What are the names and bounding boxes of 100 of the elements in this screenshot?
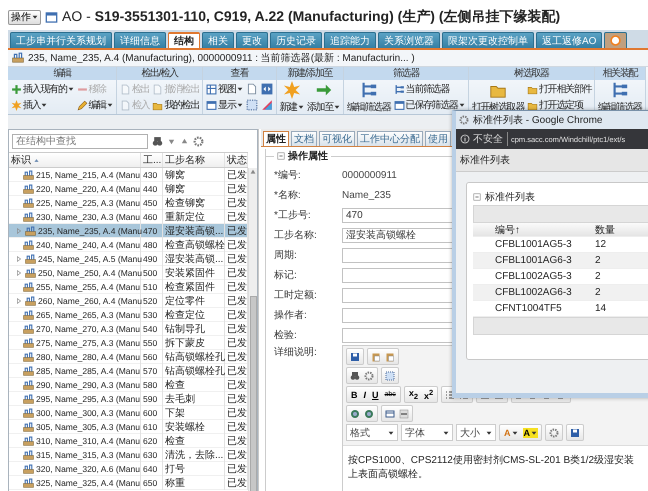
ribbon-button[interactable]: 视图 (205, 81, 244, 97)
tree-node-label[interactable]: 285, Name_285, A.4 (Manu (36, 366, 140, 376)
tree-node-label[interactable]: 270, Name_270, A.3 (Manu (36, 324, 140, 334)
tree-row[interactable]: 235, Name_235, A.4 (Manu470 湿安装高锁... 已发 (9, 224, 248, 238)
tree-node-label[interactable]: 280, Name_280, A.4 (Manu (36, 352, 140, 362)
ribbon-button[interactable]: 插入 (10, 97, 75, 113)
scrollbar-thumb[interactable] (250, 296, 256, 491)
format-button[interactable]: U (371, 390, 380, 400)
tree-row[interactable]: 290, Name_290, A.3 (Manu 580 检查 已发 (9, 378, 248, 392)
dropdown[interactable]: 格式 (346, 424, 398, 441)
format-button[interactable]: x$^{2}$ (423, 388, 434, 401)
tree-node-label[interactable]: 265, Name_265, A.3 (Manu (36, 310, 140, 320)
editor-text[interactable]: 按CPS1000、CPS2112使用密封剂CMS-SL-201 B类1/2级湿安装上表面高锁螺栓。 (343, 445, 648, 491)
tree-node-label[interactable]: 300, Name_300, A.3 (Manu (36, 408, 140, 418)
column-header[interactable]: 工步名称 (165, 153, 205, 167)
tree-row[interactable]: 300, Name_300, A.3 (Manu 600 下架 已发 (9, 406, 248, 420)
ribbon-button[interactable]: 添加至 (306, 81, 342, 113)
tree-row[interactable]: 255, Name_255, A.4 (Manu 510 检查紧固件 已发 (9, 280, 248, 294)
tab[interactable]: 工步串并行关系规划 (10, 32, 112, 48)
tab[interactable]: 关系浏览器 (378, 32, 440, 48)
tab[interactable]: 结构 (168, 32, 200, 48)
tab[interactable]: 工作中心分配 (357, 131, 423, 146)
column-header[interactable]: 状态 (227, 153, 247, 167)
format-button[interactable]: I (362, 390, 368, 400)
tab[interactable]: 返工返修AO (536, 32, 602, 48)
format-button[interactable]: x$_{2}$ (408, 388, 419, 401)
ribbon-button[interactable]: 显示 (205, 97, 244, 113)
tab[interactable]: 详细信息 (114, 32, 166, 48)
tree-row[interactable]: 315, Name_315, A.3 (Manu 630 清洗，去除... 已发 (9, 448, 248, 462)
tree-node-label[interactable]: 225, Name_225, A.3 (Manu (36, 198, 140, 208)
tree-row[interactable]: 320, Name_320, A.6 (Manu 640 打号 已发 (9, 462, 248, 476)
tree-node-label[interactable]: 215, Name_215, A.4 (Manu (36, 170, 140, 180)
tree-node-label[interactable]: 320, Name_320, A.6 (Manu (36, 464, 140, 474)
plus-icon (11, 84, 22, 94)
operations-menu-button[interactable]: 操作 (8, 10, 41, 24)
tree-row[interactable]: 215, Name_215, A.4 (Manu 430 铆窝 已发 (9, 168, 248, 182)
tree-node-label[interactable]: 240, Name_240, A.4 (Manu (36, 240, 140, 250)
tree-row[interactable]: 325, Name_325, A.4 (Manu 650 称重 已发 (9, 476, 248, 490)
tab[interactable]: 使用 (425, 131, 451, 146)
triangle-up-icon (249, 168, 257, 176)
tree-node-label[interactable]: 245, Name_245, A.5 (Manu (38, 254, 142, 264)
tree-row[interactable]: 270, Name_270, A.3 (Manu 540 钻制导孔 已发 (9, 322, 248, 336)
tab[interactable]: 限架次更改控制单 (442, 32, 534, 48)
tree-row[interactable]: 305, Name_305, A.3 (Manu 610 安装螺栓 已发 (9, 420, 248, 434)
tree-node-label[interactable]: 290, Name_290, A.3 (Manu (36, 380, 140, 390)
tree-row[interactable]: 285, Name_285, A.4 (Manu 570 钻高锁螺栓孔 已发 (9, 364, 248, 378)
tree-node-label[interactable]: 255, Name_255, A.4 (Manu (36, 282, 140, 292)
ribbon-button[interactable]: 我的检出 (151, 97, 200, 113)
dropdown[interactable]: 大小 (456, 424, 496, 441)
column-header[interactable]: 工... (143, 153, 162, 167)
format-button[interactable]: B (350, 390, 358, 400)
tab[interactable]: 属性 (263, 131, 289, 146)
ribbon-button[interactable]: 当前筛选器 (392, 81, 466, 97)
tab[interactable]: 更改 (236, 32, 268, 48)
column-header[interactable]: 数量 (595, 222, 648, 236)
tree-row[interactable]: 265, Name_265, A.3 (Manu 530 检查定位 已发 (9, 308, 248, 322)
ribbon-button[interactable]: 打开选定项 (526, 97, 592, 113)
tree-node-label[interactable]: 235, Name_235, A.4 (Manu (38, 226, 142, 236)
color-button[interactable]: A (522, 428, 538, 438)
ribbon-button[interactable]: 编辑筛选器 (346, 81, 392, 113)
ribbon-button[interactable]: 打开相关部件 (526, 81, 592, 97)
tree-row[interactable]: 310, Name_310, A.4 (Manu 620 检查 已发 (9, 434, 248, 448)
tree-row[interactable]: 260, Name_260, A.4 (Manu 520 定位零件 已发 (9, 294, 248, 308)
ribbon-button[interactable]: 插入现有的 (10, 81, 75, 97)
ribbon-button[interactable] (260, 81, 274, 97)
icon-tab[interactable] (604, 32, 628, 48)
ribbon-button[interactable] (260, 97, 274, 113)
tree-row[interactable]: 240, Name_240, A.4 (Manu 480 检查高锁螺栓 已发 (9, 238, 248, 252)
tree-node-label[interactable]: 250, Name_250, A.4 (Manu (38, 268, 142, 278)
tree-row[interactable]: 245, Name_245, A.5 (Manu490 湿安装高锁... 已发 (9, 252, 248, 266)
tree-row[interactable]: 275, Name_275, A.3 (Manu 550 拆下蒙皮 已发 (9, 336, 248, 350)
tree-row[interactable]: 295, Name_295, A.3 (Manu 590 去毛刺 已发 (9, 392, 248, 406)
tree-row[interactable]: 225, Name_225, A.3 (Manu 450 检查铆窝 已发 (9, 196, 248, 210)
tree-row[interactable]: 280, Name_280, A.4 (Manu 560 钻高锁螺栓孔 已发 (9, 350, 248, 364)
ribbon-button[interactable]: 新建 (278, 81, 305, 113)
tree-node-label[interactable]: 275, Name_275, A.3 (Manu (36, 338, 140, 348)
tab[interactable]: 文档 (291, 131, 317, 146)
tree-node-label[interactable]: 230, Name_230, A.3 (Manu (36, 212, 140, 222)
tree-node-label[interactable]: 315, Name_315, A.3 (Manu (36, 450, 140, 460)
tree-node-label[interactable]: 305, Name_305, A.3 (Manu (36, 422, 140, 432)
tree-node-label[interactable]: 260, Name_260, A.4 (Manu (38, 296, 142, 306)
tree-node-label[interactable]: 220, Name_220, A.4 (Manu (36, 184, 140, 194)
ribbon-button[interactable] (244, 97, 259, 113)
tree-node-label[interactable]: 325, Name_325, A.4 (Manu (36, 478, 140, 488)
dropdown[interactable]: 字体 (401, 424, 453, 441)
search-field[interactable]: 在结构中查找 (12, 134, 148, 148)
group-header: 查看 (203, 67, 276, 80)
tree-row[interactable]: 250, Name_250, A.4 (Manu 500 安装紧固件 已发 (9, 266, 248, 280)
tab[interactable]: 可视化 (319, 131, 355, 146)
tab[interactable]: 追踪能力 (324, 32, 376, 48)
tab[interactable]: 相关 (202, 32, 234, 48)
ribbon-button[interactable]: 编辑 (76, 97, 114, 113)
tree-node-label[interactable]: 295, Name_295, A.3 (Manu (36, 394, 140, 404)
scrollbar[interactable] (248, 168, 257, 491)
column-header[interactable]: 标识 (11, 153, 31, 167)
tree-node-label[interactable]: 310, Name_310, A.4 (Manu (36, 436, 140, 446)
tab[interactable]: 历史记录 (270, 32, 322, 48)
tree-row[interactable]: 220, Name_220, A.4 (Manu 440 铆窝 已发 (9, 182, 248, 196)
group-header: 树选取器 (468, 67, 594, 80)
column-header[interactable]: 编号↑ (495, 222, 595, 236)
